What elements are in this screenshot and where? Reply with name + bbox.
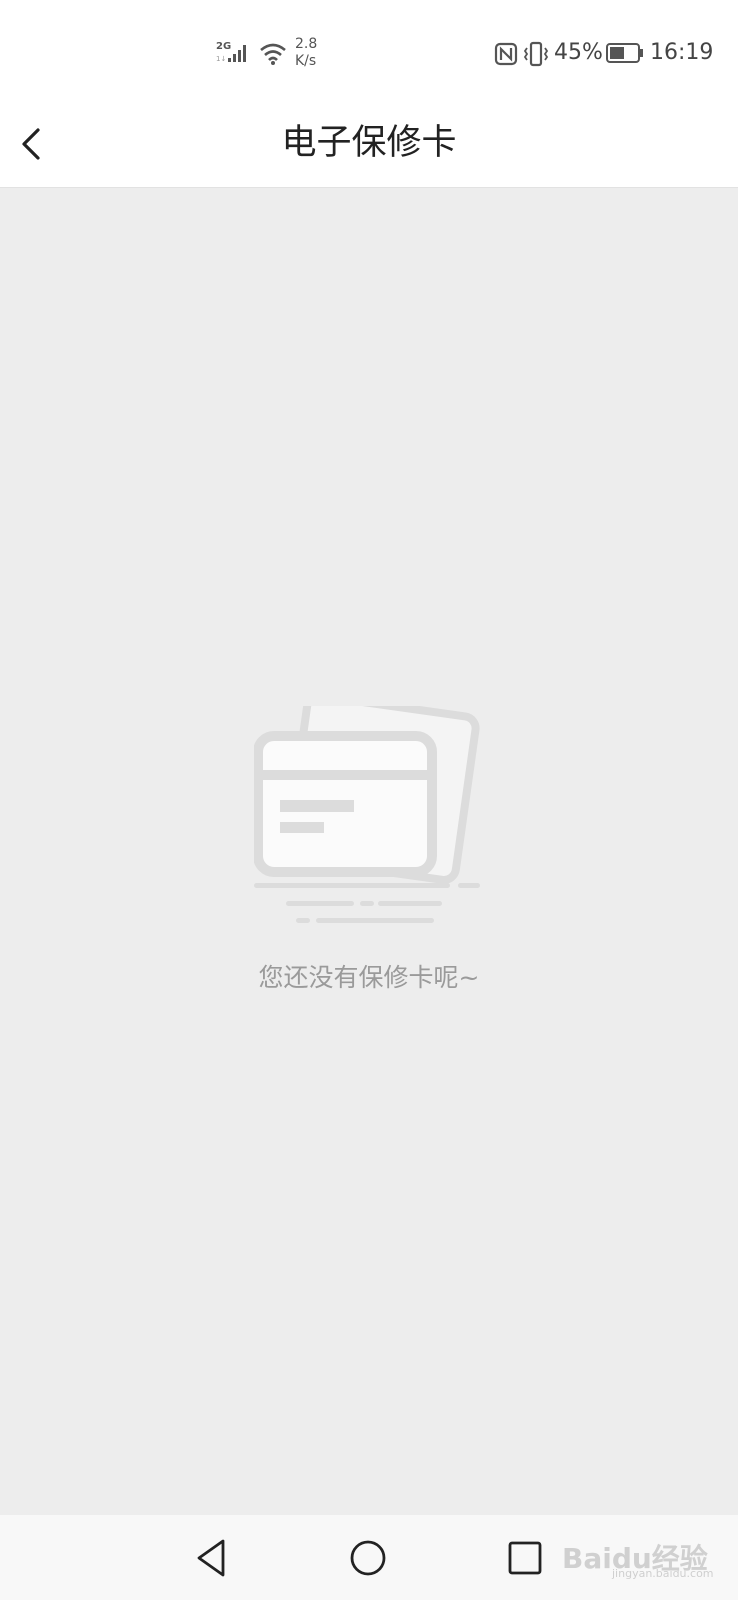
vibrate-icon	[523, 41, 549, 67]
square-recent-icon	[508, 1541, 542, 1575]
system-nav-bar: Baidu经验 jingyan.baidu.com	[0, 1515, 738, 1600]
svg-text:1↓: 1↓	[216, 55, 226, 63]
header: 电子保修卡	[0, 100, 738, 188]
wifi-icon	[260, 43, 286, 65]
clock: 16:19	[650, 40, 714, 65]
page-title: 电子保修卡	[281, 123, 457, 163]
cards-icon	[254, 706, 480, 923]
watermark-url: jingyan.baidu.com	[612, 1567, 714, 1580]
empty-state-message: 您还没有保修卡呢~	[258, 963, 480, 992]
nfc-icon	[494, 42, 518, 66]
signal-icon: 2G 1↓	[216, 41, 246, 63]
nav-back-button[interactable]	[189, 1535, 235, 1581]
status-bar: 2G 1↓ 2.8 K/s 45% 16:19	[0, 0, 738, 100]
circle-home-icon	[350, 1540, 386, 1576]
battery-percent: 45%	[554, 40, 603, 65]
network-type-label: 2G	[216, 41, 231, 52]
speed-unit: K/s	[295, 53, 317, 69]
baidu-watermark: Baidu经验 jingyan.baidu.com	[562, 1537, 714, 1581]
battery-icon	[606, 43, 643, 63]
triangle-back-icon	[197, 1539, 225, 1577]
nav-home-button[interactable]	[345, 1535, 391, 1581]
screen: 2G 1↓ 2.8 K/s 45% 16:19 电子保修卡 您还没有保修卡呢~ …	[0, 0, 738, 1600]
nav-recent-button[interactable]	[502, 1535, 548, 1581]
network-speed: 2.8 K/s	[295, 36, 317, 70]
speed-value: 2.8	[295, 36, 318, 52]
